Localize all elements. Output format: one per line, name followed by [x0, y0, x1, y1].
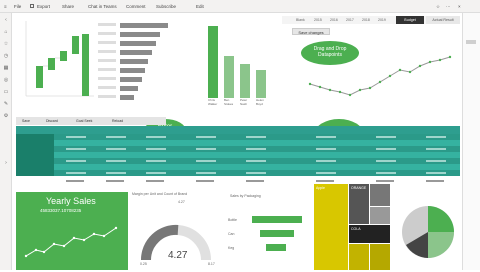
filter-2017[interactable]: 2017 — [346, 18, 354, 22]
treemap-label-orange: ORANGE — [351, 186, 367, 190]
bar-label-4: Helen Boyd — [256, 98, 264, 106]
gauge-title: Margin per Unit and Count of Brand — [132, 192, 188, 196]
menu-icon[interactable]: ≡ — [4, 3, 7, 10]
right-panel-rail — [462, 13, 480, 270]
table-header — [16, 126, 460, 134]
treemap-label-apple: Apple — [316, 186, 325, 190]
funnel-label-keg: Keg — [228, 246, 235, 250]
funnel-chart — [246, 210, 306, 260]
left-nav-rail — [0, 13, 12, 270]
bar-label-3: Peter Nash — [240, 98, 248, 106]
subscribe-button[interactable]: Subscribe — [156, 3, 176, 10]
bar-label-2: Ben Stokes — [224, 98, 234, 106]
gauge-min-label: 0.25 — [140, 262, 147, 266]
comment-button[interactable]: Comment — [126, 3, 146, 10]
filter-2018[interactable]: 2018 — [362, 18, 370, 22]
more-options-icon[interactable]: ⋯ — [446, 3, 451, 10]
export-menu[interactable]: Export — [37, 3, 50, 10]
back-icon[interactable]: ‹ — [3, 17, 9, 23]
filter-2015[interactable]: 2015 — [314, 18, 322, 22]
close-icon[interactable]: × — [458, 3, 461, 10]
edit-button[interactable]: Edit — [196, 3, 204, 10]
filters-pane-tab[interactable] — [466, 40, 476, 44]
gauge-max-label: 8.17 — [208, 262, 215, 266]
save-changes-button[interactable]: Save changes — [292, 28, 330, 35]
waterfall-chart — [16, 16, 96, 114]
yearly-sales-title: Yearly Sales — [46, 196, 96, 206]
chat-in-teams-button[interactable]: Chat in Teams — [88, 3, 117, 10]
expand-icon[interactable]: › — [3, 160, 9, 166]
apps-icon[interactable]: ▦ — [3, 65, 9, 71]
budget-toggle[interactable]: Budget — [396, 16, 424, 24]
filter-blank[interactable]: Blank — [296, 18, 305, 22]
workspace-icon[interactable]: ▭ — [3, 89, 9, 95]
gauge-value: 4.27 — [168, 250, 188, 261]
actual-result-toggle[interactable]: Actual Result — [426, 16, 460, 24]
treemap-label-cola: COLA — [351, 227, 361, 231]
funnel-label-bottle: Bottle — [228, 218, 237, 222]
bar-label-1: Chris Walker — [208, 98, 218, 106]
yearly-sales-value: 45833037.10708235 — [40, 208, 82, 213]
data-grid[interactable] — [16, 134, 460, 176]
yearly-sales-sparkline — [22, 220, 122, 264]
shared-icon[interactable]: ◎ — [3, 77, 9, 83]
discard-tab[interactable]: Discard — [46, 119, 58, 123]
table-total-row — [16, 176, 460, 186]
home-icon[interactable]: ⌂ — [3, 29, 9, 35]
gauge-target-label: 4.27 — [178, 200, 185, 204]
save-tab[interactable]: Save — [22, 119, 30, 123]
funnel-title: Sales by Packaging — [230, 194, 261, 198]
share-button[interactable]: Share — [62, 3, 74, 10]
export-icon — [30, 4, 34, 8]
goal-seek-tab[interactable]: Goal Seek — [76, 119, 92, 123]
favorite-icon[interactable]: ☆ — [436, 3, 440, 10]
pie-chart — [396, 190, 460, 266]
star-icon[interactable]: ☆ — [3, 41, 9, 47]
horizontal-bar-chart — [96, 16, 186, 114]
reload-tab[interactable]: Reload — [112, 119, 123, 123]
filter-2019[interactable]: 2019 — [378, 18, 386, 22]
funnel-label-can: Can — [228, 232, 235, 236]
filter-2016[interactable]: 2016 — [330, 18, 338, 22]
file-menu[interactable]: File — [14, 3, 21, 10]
callout-drag-drop: Drag and Drop Datapoints — [301, 41, 359, 65]
learn-icon[interactable]: ✎ — [3, 101, 9, 107]
recent-icon[interactable]: ◷ — [3, 53, 9, 59]
settings-icon[interactable]: ⚙ — [3, 113, 9, 119]
